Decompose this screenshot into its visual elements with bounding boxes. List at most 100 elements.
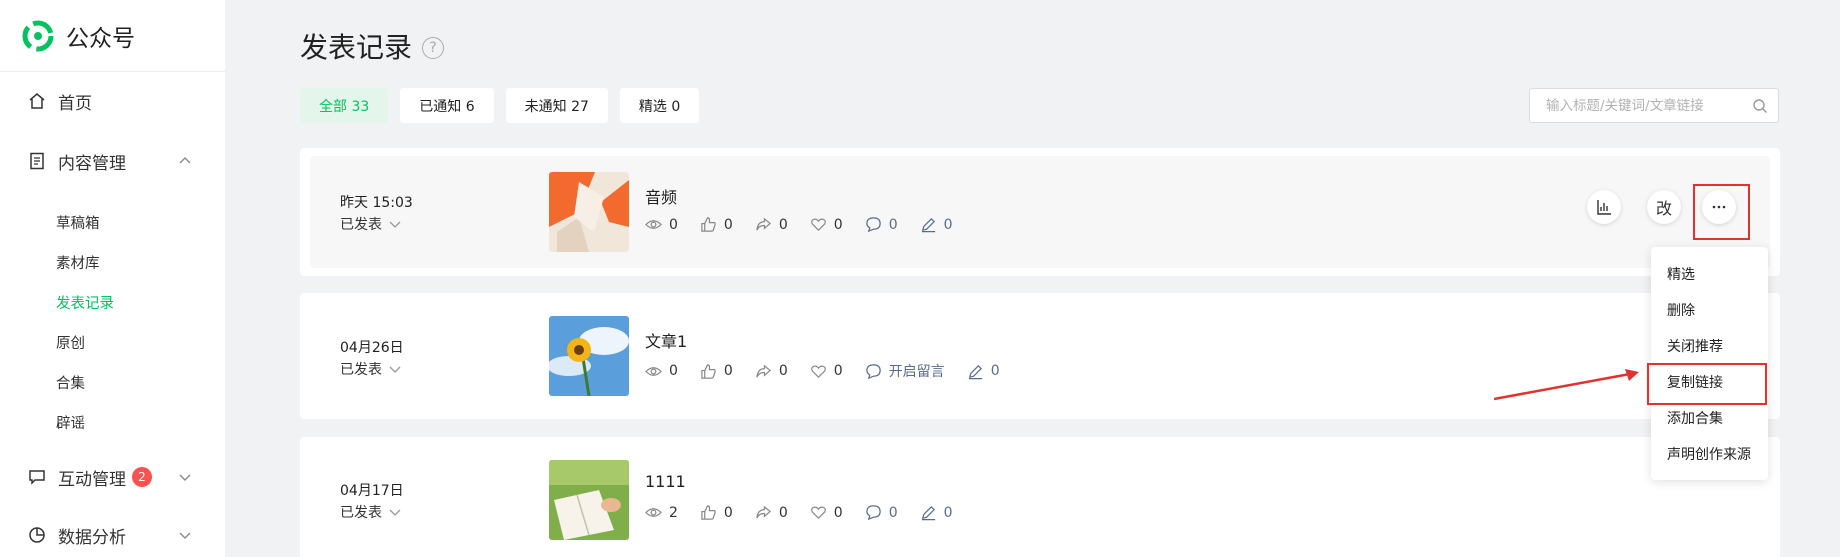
stat-likes: 0: [700, 504, 733, 521]
stat-value: 0: [778, 216, 788, 233]
chevron-up-icon: [179, 157, 191, 164]
stat-shares: 0: [755, 504, 788, 521]
menu-item-feature[interactable]: 精选: [1667, 264, 1695, 284]
stat-value: 0: [778, 504, 788, 521]
help-icon[interactable]: ?: [422, 37, 445, 59]
share-icon: [756, 364, 771, 377]
sidebar-item-label: 数据分析: [58, 527, 126, 548]
home-icon: [28, 92, 46, 110]
stat-edits[interactable]: 0: [920, 504, 953, 521]
stat-value: 0: [669, 216, 678, 233]
stat-comments[interactable]: 0: [865, 504, 898, 521]
sidebar-item-interaction[interactable]: 互动管理 2: [0, 448, 225, 506]
heart-icon: [810, 218, 826, 232]
share-icon: [756, 217, 771, 231]
publish-status[interactable]: 已发表: [340, 359, 402, 379]
pie-chart-icon: [28, 526, 46, 544]
publish-status[interactable]: 已发表: [340, 214, 402, 234]
article-thumbnail[interactable]: [549, 172, 629, 252]
article-stats: 2 0 0 0 0 0: [645, 504, 975, 521]
sidebar-item-collections[interactable]: 合集: [0, 362, 225, 402]
pen-icon: [921, 505, 935, 521]
menu-item-add-collection[interactable]: 添加合集: [1667, 408, 1723, 428]
publish-date: 04月17日: [340, 483, 404, 499]
chevron-down-icon: [389, 221, 401, 228]
filter-all[interactable]: 全部 33: [300, 88, 389, 123]
eye-icon: [645, 508, 662, 517]
publish-status-label: 已发表: [340, 217, 382, 233]
comment-icon: [865, 217, 881, 233]
article-row[interactable]: 04月17日 已发表 1111 2 0 0 0 0 0: [300, 437, 1780, 557]
publish-status-label: 已发表: [340, 362, 382, 378]
stat-value: 0: [990, 363, 1000, 379]
annotation-arrow-icon: [1494, 369, 1639, 401]
article-card: 04月17日 已发表 1111 2 0 0 0 0 0: [300, 437, 1780, 557]
sidebar-item-drafts[interactable]: 草稿箱: [0, 202, 225, 242]
notification-badge: 2: [132, 467, 152, 487]
edit-button[interactable]: 改: [1647, 190, 1681, 224]
stat-likes: 0: [700, 216, 733, 233]
filter-featured[interactable]: 精选 0: [619, 88, 700, 123]
stat-value: 0: [943, 504, 953, 521]
menu-item-disable-recommend[interactable]: 关闭推荐: [1667, 336, 1723, 356]
chevron-down-icon: [179, 474, 191, 481]
sidebar-item-analytics[interactable]: 数据分析: [0, 506, 225, 557]
stat-value: 0: [778, 363, 788, 379]
filter-not-notified[interactable]: 未通知 27: [505, 88, 608, 123]
chevron-down-icon: [389, 366, 401, 373]
search-box: [1529, 88, 1779, 123]
sidebar-item-label: 素材库: [56, 255, 100, 272]
sidebar-item-label: 草稿箱: [56, 215, 100, 232]
stat-value: 0: [723, 216, 733, 233]
stat-edits[interactable]: 0: [967, 363, 1000, 380]
stat-value: 0: [833, 363, 843, 379]
article-title[interactable]: 1111: [645, 472, 686, 491]
thumbs-up-icon: [701, 217, 716, 232]
stat-favorites: 0: [810, 504, 843, 521]
sidebar: 公众号 首页 内容管理 草稿箱 素材库 发表记录 原创 合集 辟谣 互动管理 2…: [0, 0, 225, 557]
article-title[interactable]: 文章1: [645, 328, 687, 352]
stat-value: 2: [669, 504, 678, 521]
sidebar-item-label: 内容管理: [58, 153, 126, 174]
search-icon[interactable]: [1752, 98, 1768, 114]
article-thumbnail[interactable]: [549, 460, 629, 540]
stat-value: 0: [888, 504, 898, 521]
thumbs-up-icon: [701, 505, 716, 520]
filter-tabs: 全部 33 已通知 6 未通知 27 精选 0: [300, 88, 711, 123]
article-stats: 0 0 0 0 开启留言 0: [645, 361, 1022, 381]
chevron-down-icon: [179, 532, 191, 539]
article-title[interactable]: 音频: [645, 184, 677, 208]
eye-icon: [645, 366, 662, 376]
brand-name: 公众号: [66, 25, 135, 52]
menu-item-delete[interactable]: 删除: [1667, 300, 1695, 320]
stat-favorites: 0: [810, 216, 843, 233]
sidebar-item-label: 首页: [58, 93, 92, 114]
sidebar-item-rumor[interactable]: 辟谣: [0, 402, 225, 442]
article-row[interactable]: 昨天 15:03 已发表 音频 0 0 0 0 0 0 改: [300, 148, 1780, 276]
menu-item-declare-source[interactable]: 声明创作来源: [1667, 444, 1751, 464]
analytics-button[interactable]: [1587, 190, 1621, 224]
comment-icon: [865, 505, 881, 521]
filter-notified[interactable]: 已通知 6: [400, 88, 494, 123]
sidebar-item-label: 辟谣: [56, 415, 85, 432]
article-card: 昨天 15:03 已发表 音频 0 0 0 0 0 0 改: [300, 148, 1780, 276]
sidebar-item-materials[interactable]: 素材库: [0, 242, 225, 282]
message-icon: [28, 468, 46, 486]
stat-comments[interactable]: 开启留言: [865, 361, 945, 381]
sidebar-item-original[interactable]: 原创: [0, 322, 225, 362]
sidebar-item-publish-records[interactable]: 发表记录: [0, 282, 225, 322]
search-input[interactable]: [1546, 97, 1752, 114]
sidebar-item-home[interactable]: 首页: [0, 72, 225, 130]
sidebar-item-content[interactable]: 内容管理: [0, 132, 225, 190]
stat-comments[interactable]: 0: [865, 216, 898, 233]
stat-value: 0: [723, 363, 733, 379]
publish-status[interactable]: 已发表: [340, 502, 402, 522]
sidebar-item-label: 互动管理: [58, 469, 126, 490]
chevron-down-icon: [389, 509, 401, 516]
stat-reads: 0: [645, 363, 678, 380]
article-thumbnail[interactable]: [549, 316, 629, 396]
stat-edits[interactable]: 0: [920, 216, 953, 233]
stat-value: 0: [723, 504, 733, 521]
pen-icon: [921, 217, 935, 233]
stat-likes: 0: [700, 363, 733, 380]
